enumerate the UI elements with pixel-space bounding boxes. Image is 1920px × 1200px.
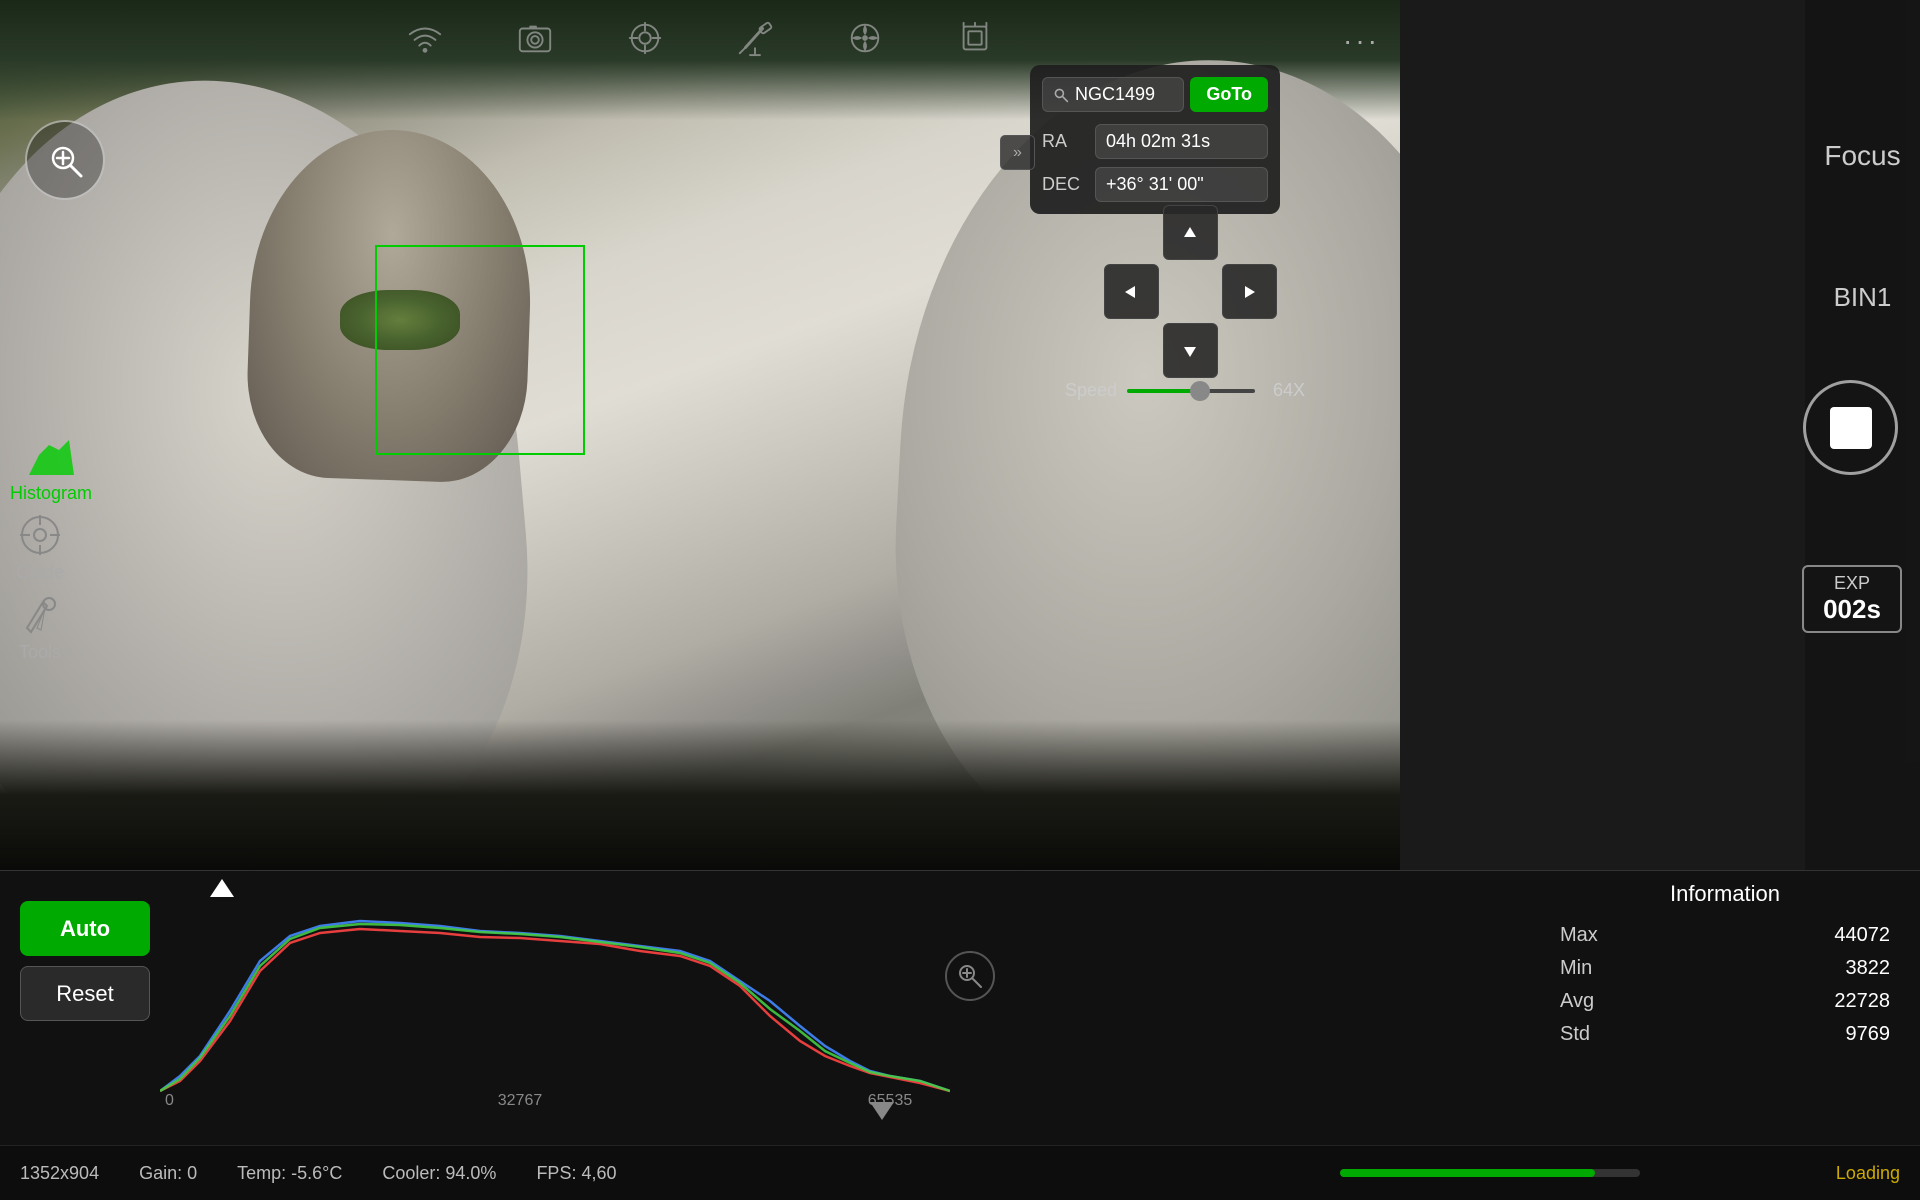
status-fps: FPS: 4,60 xyxy=(536,1163,616,1184)
camera-icon[interactable] xyxy=(510,13,560,63)
tools-label: Tools xyxy=(19,642,61,663)
speed-label: Speed xyxy=(1065,380,1117,401)
speed-control: Speed 64X xyxy=(1065,380,1305,401)
info-table: Max44072Min3822Avg22728Std9769 xyxy=(1550,919,1900,1051)
ra-value: 04h 02m 31s xyxy=(1095,124,1268,159)
sensor-icon[interactable] xyxy=(950,13,1000,63)
dec-label: DEC xyxy=(1042,174,1087,195)
info-table-row: Std9769 xyxy=(1550,1018,1900,1051)
info-row-value: 44072 xyxy=(1702,919,1900,952)
guide-label: Guide xyxy=(16,562,64,583)
exp-display: EXP 002s xyxy=(1802,565,1902,633)
expand-panel-button[interactable]: » xyxy=(1000,135,1035,170)
histogram-axis-min: 0 xyxy=(165,1092,174,1110)
info-row-label: Max xyxy=(1550,919,1702,952)
nav-down-button[interactable] xyxy=(1163,323,1218,378)
tools-button[interactable]: Tools xyxy=(15,590,65,663)
histogram-label: Histogram xyxy=(10,483,92,504)
stop-button[interactable] xyxy=(1803,380,1898,475)
goto-button[interactable]: GoTo xyxy=(1190,77,1268,112)
chart-zoom-button[interactable] xyxy=(945,951,995,1001)
loading-label: Loading xyxy=(1836,1163,1900,1184)
info-row-label: Avg xyxy=(1550,985,1702,1018)
info-table-row: Avg22728 xyxy=(1550,985,1900,1018)
stop-icon xyxy=(1830,407,1872,449)
search-input[interactable] xyxy=(1075,84,1173,105)
nav-panel xyxy=(1080,205,1300,378)
histogram-button[interactable]: Histogram xyxy=(10,435,92,504)
search-input-wrapper[interactable] xyxy=(1042,77,1184,112)
info-row-label: Std xyxy=(1550,1018,1702,1051)
histogram-axis-mid: 32767 xyxy=(498,1092,543,1110)
goto-panel: GoTo RA 04h 02m 31s DEC +36° 31' 00" xyxy=(1030,65,1280,214)
info-table-row: Max44072 xyxy=(1550,919,1900,952)
auto-button[interactable]: Auto xyxy=(20,901,150,956)
loading-bar xyxy=(1340,1169,1640,1177)
bin-label: BIN1 xyxy=(1834,282,1892,313)
bottom-panel: Auto Reset 0 32767 65535 Information xyxy=(0,870,1920,1200)
speed-slider[interactable] xyxy=(1127,389,1255,393)
status-resolution: 1352x904 xyxy=(20,1163,99,1184)
focus-label: Focus xyxy=(1824,140,1900,172)
top-toolbar xyxy=(0,0,1400,75)
loading-bar-fill xyxy=(1340,1169,1595,1177)
more-options-button[interactable]: ··· xyxy=(1343,25,1380,57)
nav-right-button[interactable] xyxy=(1222,264,1277,319)
speed-value: 64X xyxy=(1265,380,1305,401)
wifi-icon[interactable] xyxy=(400,13,450,63)
reset-button[interactable]: Reset xyxy=(20,966,150,1021)
ra-label: RA xyxy=(1042,131,1087,152)
histogram-bottom-marker xyxy=(870,1102,894,1120)
info-row-value: 22728 xyxy=(1702,985,1900,1018)
info-row-value: 9769 xyxy=(1702,1018,1900,1051)
selection-box xyxy=(375,245,585,455)
exp-label: EXP xyxy=(1814,573,1890,594)
search-icon xyxy=(1053,87,1069,103)
exp-value: 002s xyxy=(1814,594,1890,625)
zoom-button[interactable] xyxy=(25,120,105,200)
camera-view: ··· Histogram Guide To xyxy=(0,0,1400,870)
nav-left-button[interactable] xyxy=(1104,264,1159,319)
info-row-label: Min xyxy=(1550,952,1702,985)
histogram-chart xyxy=(160,881,950,1096)
status-bar: 1352x904 Gain: 0 Temp: -5.6°C Cooler: 94… xyxy=(0,1145,1920,1200)
telescope-icon[interactable] xyxy=(730,13,780,63)
info-panel: Information Max44072Min3822Avg22728Std97… xyxy=(1550,881,1900,1051)
info-row-value: 3822 xyxy=(1702,952,1900,985)
status-temp: Temp: -5.6°C xyxy=(237,1163,342,1184)
guide-button[interactable]: Guide xyxy=(15,510,65,583)
info-table-row: Min3822 xyxy=(1550,952,1900,985)
nav-up-button[interactable] xyxy=(1163,205,1218,260)
target-icon[interactable] xyxy=(620,13,670,63)
dec-value: +36° 31' 00" xyxy=(1095,167,1268,202)
info-title: Information xyxy=(1550,881,1900,907)
cooler-icon[interactable] xyxy=(840,13,890,63)
status-gain: Gain: 0 xyxy=(139,1163,197,1184)
status-cooler: Cooler: 94.0% xyxy=(382,1163,496,1184)
